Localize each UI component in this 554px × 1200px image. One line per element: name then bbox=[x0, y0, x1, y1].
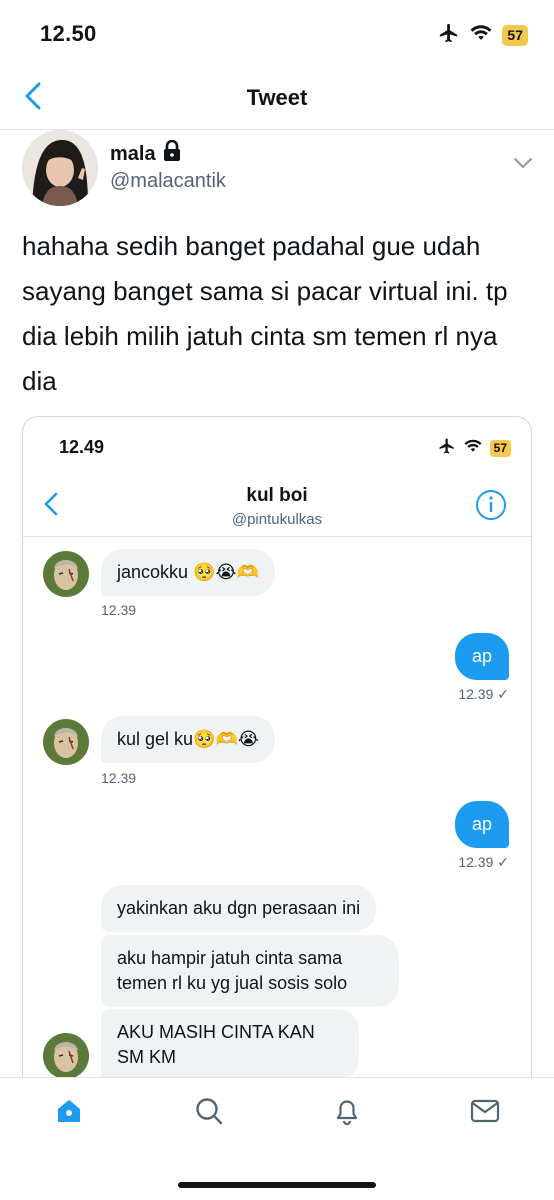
author-name[interactable]: mala bbox=[110, 139, 182, 168]
contact-avatar bbox=[43, 551, 89, 597]
tab-messages[interactable] bbox=[468, 1096, 502, 1130]
bell-icon bbox=[332, 1096, 362, 1131]
status-bar: 12.50 57 bbox=[0, 0, 554, 68]
mail-icon bbox=[469, 1096, 501, 1131]
dm-contact-name: kul boi bbox=[246, 485, 308, 506]
top-navigation-bar: Tweet bbox=[0, 68, 554, 130]
sent-message-timestamp: 12.39 ✓ bbox=[458, 854, 509, 870]
tweet-media-image[interactable]: 12.49 57 kul boi @pintukulkas jancokku 🥺… bbox=[22, 416, 532, 1116]
dm-contact-handle: @pintukulkas bbox=[231, 511, 323, 528]
wifi-icon bbox=[464, 439, 482, 458]
inner-status-time: 12.49 bbox=[59, 437, 105, 457]
inner-battery-indicator: 57 bbox=[489, 440, 511, 457]
received-message: jancokku 🥺😭🫶 bbox=[101, 549, 275, 596]
inner-status-icons: 57 bbox=[438, 437, 511, 460]
status-time: 12.50 bbox=[40, 21, 97, 46]
tweet-text: hahaha sedih banget padahal gue udah say… bbox=[22, 231, 508, 396]
sent-message-timestamp: 12.39 ✓ bbox=[458, 686, 509, 702]
dm-info-button bbox=[475, 489, 507, 521]
received-message: AKU MASIH CINTA KAN SM KM bbox=[101, 1009, 359, 1081]
author-name-text: mala bbox=[110, 142, 156, 165]
received-message: yakinkan aku dgn perasaan ini bbox=[101, 885, 377, 932]
received-message: aku hampir jatuh cinta sama temen rl ku … bbox=[101, 935, 399, 1007]
tab-notifications[interactable] bbox=[330, 1096, 364, 1130]
page-title: Tweet bbox=[246, 85, 308, 110]
home-icon bbox=[54, 1096, 84, 1131]
wifi-icon bbox=[470, 24, 492, 47]
bottom-tab-bar bbox=[0, 1077, 554, 1200]
dm-header: kul boi @pintukulkas bbox=[23, 477, 531, 537]
tweet-author: mala @malacantik bbox=[0, 130, 554, 210]
message-timestamp: 12.39 bbox=[101, 770, 137, 786]
author-avatar[interactable] bbox=[22, 130, 98, 206]
battery-indicator: 57 bbox=[502, 25, 528, 46]
tab-home[interactable] bbox=[52, 1096, 86, 1130]
airplane-icon bbox=[438, 22, 460, 49]
status-icons: 57 bbox=[438, 22, 528, 49]
search-icon bbox=[194, 1096, 224, 1131]
info-icon bbox=[475, 490, 507, 525]
sent-message: ap bbox=[455, 801, 509, 848]
sent-message: ap bbox=[455, 633, 509, 680]
author-handle: @malacantik bbox=[110, 170, 226, 192]
airplane-icon bbox=[438, 437, 456, 460]
received-message: kul gel ku🥺🫶😭 bbox=[101, 716, 275, 763]
message-timestamp: 12.39 bbox=[101, 602, 137, 618]
tweet-options-button[interactable] bbox=[512, 152, 534, 174]
chevron-down-icon bbox=[512, 158, 534, 178]
home-indicator[interactable] bbox=[178, 1182, 376, 1188]
contact-avatar bbox=[43, 719, 89, 765]
lock-icon bbox=[162, 139, 182, 168]
tab-search[interactable] bbox=[192, 1096, 226, 1130]
inner-status-bar: 12.49 57 bbox=[23, 417, 531, 477]
contact-avatar bbox=[43, 1033, 89, 1079]
